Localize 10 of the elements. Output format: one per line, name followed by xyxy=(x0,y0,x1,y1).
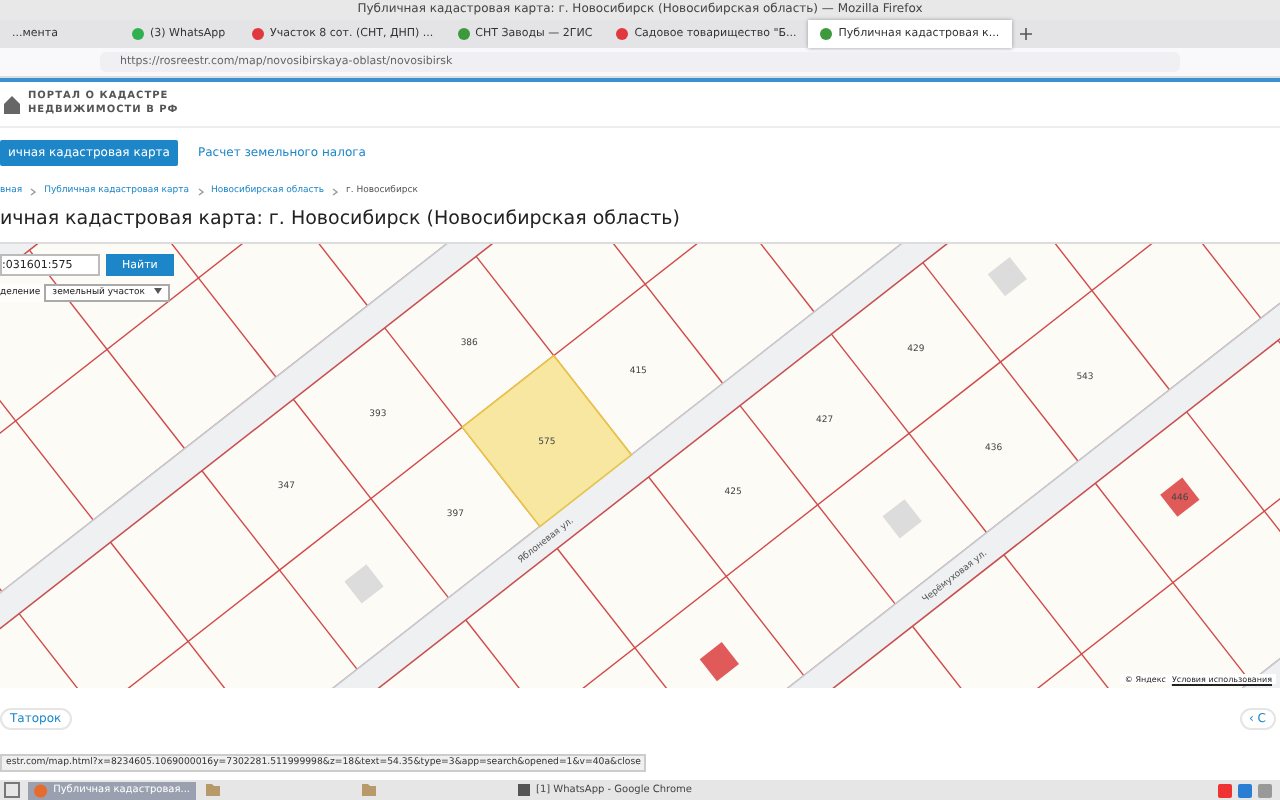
folder-icon xyxy=(362,784,376,796)
caret-icon xyxy=(153,288,162,294)
window-icon xyxy=(518,784,530,796)
chevron-icon xyxy=(332,187,338,195)
chevron-icon xyxy=(197,187,203,195)
house-icon xyxy=(4,94,20,114)
folder-icon xyxy=(206,784,220,796)
chevron-icon xyxy=(30,187,37,195)
start-icon[interactable] xyxy=(4,782,20,798)
page-heading: ичная кадастровая карта: г. Новосибирск (Новосибирская область) xyxy=(0,208,682,230)
